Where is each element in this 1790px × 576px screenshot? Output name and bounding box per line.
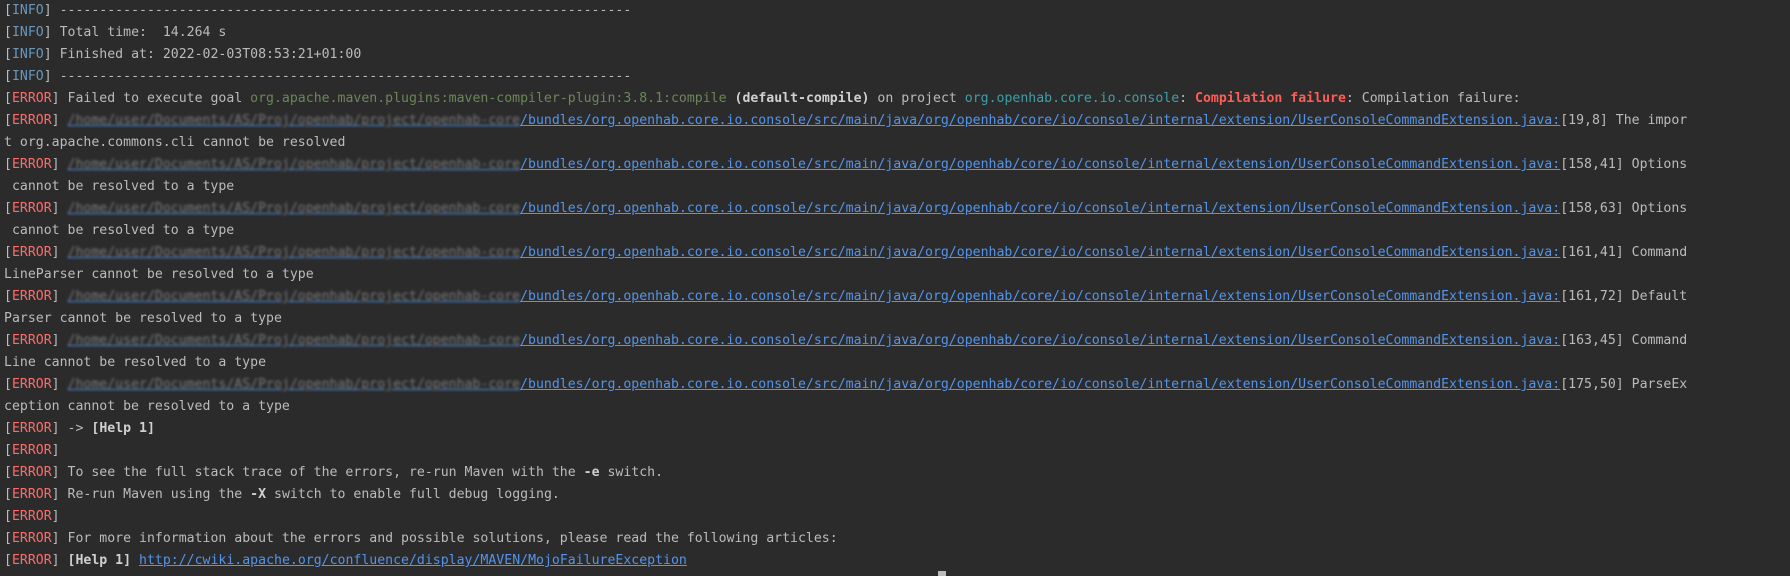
compile-error-line: [ERROR] /home/user/Documents/AS/Proj/ope… bbox=[4, 113, 1688, 128]
error-location: [158,41] Options bbox=[1560, 157, 1688, 172]
error-location: [161,72] Default bbox=[1560, 289, 1688, 304]
compile-error-line: [ERROR] /home/user/Documents/AS/Proj/ope… bbox=[4, 289, 1688, 304]
log-line: [INFO] ---------------------------------… bbox=[4, 3, 632, 18]
source-file-link[interactable]: /bundles/org.openhab.core.io.console/src… bbox=[520, 289, 1560, 304]
log-line-total-time: [INFO] Total time: 14.264 s bbox=[4, 25, 227, 40]
log-line-stack-trace: [ERROR] To see the full stack trace of t… bbox=[4, 465, 664, 480]
console-output[interactable]: [INFO] ---------------------------------… bbox=[0, 0, 1790, 576]
compile-error-continuation: LineParser cannot be resolved to a type bbox=[4, 267, 314, 282]
compile-error-line: [ERROR] /home/user/Documents/AS/Proj/ope… bbox=[4, 201, 1688, 216]
compile-error-continuation: ception cannot be resolved to a type bbox=[4, 399, 290, 414]
redacted-path: /home/user/Documents/AS/Proj/openhab/pro… bbox=[67, 289, 521, 304]
log-line-debug: [ERROR] Re-run Maven using the -X switch… bbox=[4, 487, 560, 502]
error-location: [19,8] The impor bbox=[1560, 113, 1688, 128]
source-file-link[interactable]: /bundles/org.openhab.core.io.console/src… bbox=[520, 245, 1560, 260]
log-line-finished-at: [INFO] Finished at: 2022-02-03T08:53:21+… bbox=[4, 47, 362, 62]
redacted-path: /home/user/Documents/AS/Proj/openhab/pro… bbox=[67, 201, 521, 216]
compile-error-continuation: cannot be resolved to a type bbox=[4, 179, 235, 194]
compilation-failure-label: Compilation failure bbox=[1195, 91, 1346, 106]
compile-error-continuation: Parser cannot be resolved to a type bbox=[4, 311, 282, 326]
compile-error-continuation: cannot be resolved to a type bbox=[4, 223, 235, 238]
compile-error-continuation: Line cannot be resolved to a type bbox=[4, 355, 267, 370]
plugin-name: org.apache.maven.plugins:maven-compiler-… bbox=[250, 91, 727, 106]
error-location: [158,63] Options bbox=[1560, 201, 1688, 216]
compile-error-line: [ERROR] /home/user/Documents/AS/Proj/ope… bbox=[4, 245, 1688, 260]
log-line-empty: [ERROR] bbox=[4, 443, 60, 458]
log-line-help-link: [ERROR] [Help 1] http://cwiki.apache.org… bbox=[4, 553, 687, 568]
redacted-path: /home/user/Documents/AS/Proj/openhab/pro… bbox=[67, 113, 521, 128]
error-location: [175,50] ParseEx bbox=[1560, 377, 1688, 392]
redacted-path: /home/user/Documents/AS/Proj/openhab/pro… bbox=[67, 377, 521, 392]
source-file-link[interactable]: /bundles/org.openhab.core.io.console/src… bbox=[520, 333, 1560, 348]
log-line-empty: [ERROR] bbox=[4, 509, 60, 524]
error-location: [163,45] Command bbox=[1560, 333, 1688, 348]
compile-error-list: [ERROR] /home/user/Documents/AS/Proj/ope… bbox=[0, 110, 1790, 418]
log-line-failure: [ERROR] Failed to execute goal org.apach… bbox=[4, 91, 1521, 106]
log-line: [INFO] ---------------------------------… bbox=[4, 69, 632, 84]
redacted-path: /home/user/Documents/AS/Proj/openhab/pro… bbox=[67, 333, 521, 348]
source-file-link[interactable]: /bundles/org.openhab.core.io.console/src… bbox=[520, 113, 1560, 128]
log-line-help-ref: [ERROR] -> [Help 1] bbox=[4, 421, 155, 436]
project-name: org.openhab.core.io.console bbox=[964, 91, 1180, 106]
error-location: [161,41] Command bbox=[1560, 245, 1688, 260]
log-line-more-info: [ERROR] For more information about the e… bbox=[4, 531, 838, 546]
text-cursor bbox=[938, 571, 946, 576]
source-file-link[interactable]: /bundles/org.openhab.core.io.console/src… bbox=[520, 377, 1560, 392]
compile-error-line: [ERROR] /home/user/Documents/AS/Proj/ope… bbox=[4, 157, 1688, 172]
source-file-link[interactable]: /bundles/org.openhab.core.io.console/src… bbox=[520, 157, 1560, 172]
redacted-path: /home/user/Documents/AS/Proj/openhab/pro… bbox=[67, 157, 521, 172]
help-url-link[interactable]: http://cwiki.apache.org/confluence/displ… bbox=[139, 553, 687, 568]
goal-name: (default-compile) bbox=[734, 91, 870, 106]
source-file-link[interactable]: /bundles/org.openhab.core.io.console/src… bbox=[520, 201, 1560, 216]
compile-error-line: [ERROR] /home/user/Documents/AS/Proj/ope… bbox=[4, 333, 1688, 348]
redacted-path: /home/user/Documents/AS/Proj/openhab/pro… bbox=[67, 245, 521, 260]
compile-error-continuation: t org.apache.commons.cli cannot be resol… bbox=[4, 135, 346, 150]
compile-error-line: [ERROR] /home/user/Documents/AS/Proj/ope… bbox=[4, 377, 1688, 392]
